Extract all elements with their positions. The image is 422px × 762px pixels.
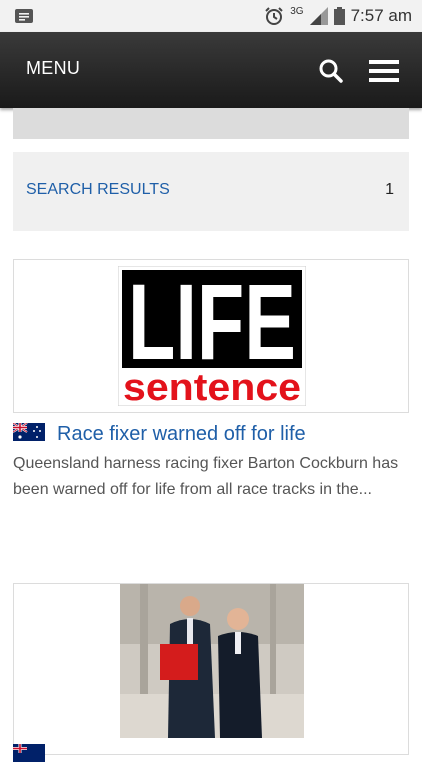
search-results-label[interactable]: SEARCH RESULTS <box>26 181 170 199</box>
australia-flag-icon <box>13 423 45 441</box>
clock: 7:57 am <box>350 6 412 25</box>
image-text-bottom: sentence <box>123 367 301 406</box>
status-bar: 3G 7:57 am <box>0 0 422 32</box>
article-image-frame[interactable]: LIFE sentence <box>13 259 409 413</box>
australia-flag-icon <box>13 744 45 762</box>
search-results-count: 1 <box>385 181 394 198</box>
network-type: 3G <box>290 5 304 17</box>
article-image[interactable]: LIFE sentence <box>118 266 306 406</box>
hamburger-icon[interactable] <box>369 59 399 83</box>
signal-icon <box>309 7 328 25</box>
search-icon[interactable] <box>318 58 344 84</box>
article-image-frame[interactable] <box>13 583 409 755</box>
article-photo[interactable] <box>120 584 304 738</box>
article-excerpt: Queensland harness racing fixer Barton C… <box>13 455 399 498</box>
app-header: MENU <box>0 32 422 108</box>
article-title-link[interactable]: Race fixer warned off for life <box>57 423 306 446</box>
notification-icon <box>15 9 33 23</box>
image-text-top: LIFE <box>128 266 296 382</box>
battery-icon <box>333 7 345 25</box>
search-results-bar: SEARCH RESULTS 1 <box>13 152 409 231</box>
alarm-icon <box>265 7 283 25</box>
menu-button[interactable]: MENU <box>26 58 80 79</box>
search-form-remnant <box>13 108 409 139</box>
